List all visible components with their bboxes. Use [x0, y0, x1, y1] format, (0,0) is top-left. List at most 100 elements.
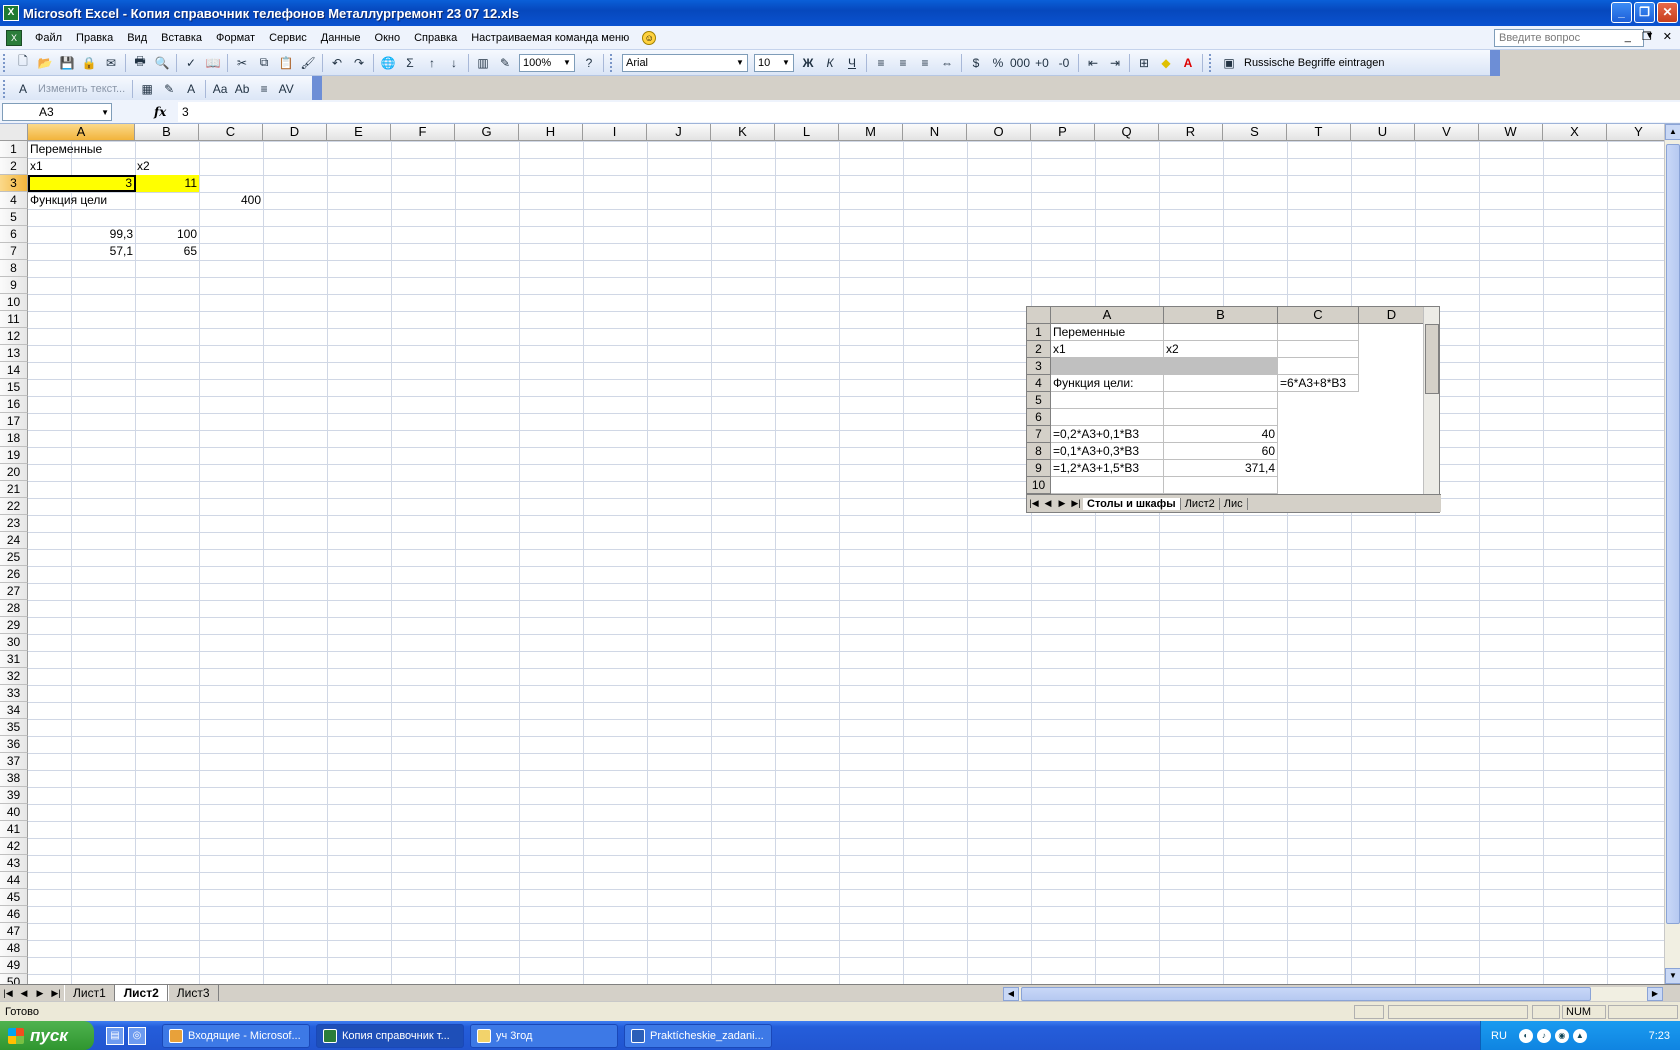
row-header-22[interactable]: 22	[0, 498, 28, 515]
wordart-vertical-icon[interactable]: Ab	[231, 78, 253, 100]
menu-edit[interactable]: Правка	[69, 32, 120, 44]
cell-a6[interactable]: 99,3	[28, 226, 135, 243]
row-header-34[interactable]: 34	[0, 702, 28, 719]
network-icon[interactable]: ◐	[1518, 1028, 1533, 1043]
row-header-48[interactable]: 48	[0, 940, 28, 957]
paste-icon[interactable]: 📋	[275, 52, 297, 74]
column-header-n[interactable]: N	[903, 124, 967, 141]
row-header-9[interactable]: 9	[0, 277, 28, 294]
cell-a7[interactable]: 57,1	[28, 243, 135, 260]
row-header-50[interactable]: 50	[0, 974, 28, 984]
worksheet-grid[interactable]: ABCDEFGHIJKLMNOPQRSTUVWXY 1 2 3 4 5 6 7 8 9 10 11 1…	[0, 124, 1664, 984]
percent-icon[interactable]: %	[987, 52, 1009, 74]
row-header-7[interactable]: 7	[0, 243, 28, 260]
row-header-45[interactable]: 45	[0, 889, 28, 906]
toolbar-options[interactable]	[1490, 49, 1500, 76]
menu-file[interactable]: Файл	[28, 32, 69, 44]
task-inbox[interactable]: Входящие - Microsof...	[162, 1023, 310, 1048]
borders-icon[interactable]: ⊞	[1133, 52, 1155, 74]
autosum-icon[interactable]: Σ	[399, 52, 421, 74]
scroll-left-icon[interactable]: ◀	[1003, 987, 1019, 1001]
zoom-select[interactable]: 100% ▼	[519, 53, 575, 72]
cell-b2[interactable]: x2	[135, 158, 199, 175]
column-header-x[interactable]: X	[1543, 124, 1607, 141]
audio-icon[interactable]: ♪	[1536, 1028, 1551, 1043]
sort-ascending-icon[interactable]: ↑	[421, 52, 443, 74]
language-indicator[interactable]: RU	[1491, 1030, 1507, 1042]
cell-a3[interactable]: 3	[28, 175, 136, 192]
row-header-42[interactable]: 42	[0, 838, 28, 855]
menu-help[interactable]: Справка	[407, 32, 464, 44]
column-header-q[interactable]: Q	[1095, 124, 1159, 141]
row-header-44[interactable]: 44	[0, 872, 28, 889]
save-icon[interactable]: 💾	[56, 52, 78, 74]
chevron-down-icon[interactable]: ▼	[561, 56, 573, 70]
column-header-v[interactable]: V	[1415, 124, 1479, 141]
wordart-format-icon[interactable]: ✎	[158, 78, 180, 100]
increase-indent-icon[interactable]: ⇥	[1104, 52, 1126, 74]
font-size-select[interactable]: 10 ▼	[754, 53, 794, 72]
cells-area[interactable]: Переменные x1 x2 3 11 Функция цели 400 9…	[28, 141, 1664, 984]
research-icon[interactable]: 📖	[202, 52, 224, 74]
column-header-i[interactable]: I	[583, 124, 647, 141]
wordart-gallery-icon[interactable]: ▦	[136, 78, 158, 100]
cell-c4[interactable]: 400	[199, 192, 263, 209]
row-header-26[interactable]: 26	[0, 566, 28, 583]
next-sheet-icon[interactable]: ▶	[32, 988, 48, 999]
row-header-35[interactable]: 35	[0, 719, 28, 736]
name-box[interactable]: A3 ▼	[2, 102, 112, 121]
column-header-o[interactable]: O	[967, 124, 1031, 141]
show-desktop-icon[interactable]: ▤	[106, 1026, 124, 1045]
chevron-down-icon[interactable]: ▼	[101, 105, 109, 121]
vertical-scroll-thumb[interactable]	[1666, 144, 1680, 924]
comma-style-icon[interactable]: 000	[1009, 52, 1031, 74]
menu-data[interactable]: Данные	[314, 32, 368, 44]
wordart-spacing-icon[interactable]: AV	[275, 78, 297, 100]
column-header-j[interactable]: J	[647, 124, 711, 141]
undo-icon[interactable]: ↶	[326, 52, 348, 74]
row-header-21[interactable]: 21	[0, 481, 28, 498]
sort-descending-icon[interactable]: ↓	[443, 52, 465, 74]
row-header-31[interactable]: 31	[0, 651, 28, 668]
menu-custom-command[interactable]: Настраиваемая команда меню	[464, 32, 636, 44]
toolbar-grip[interactable]	[610, 53, 615, 72]
row-header-15[interactable]: 15	[0, 379, 28, 396]
horizontal-scrollbar[interactable]: ◀ ▶	[1003, 987, 1663, 1001]
redo-icon[interactable]: ↷	[348, 52, 370, 74]
merge-center-icon[interactable]: ⇔	[936, 52, 958, 74]
task-excel[interactable]: Копия справочник т...	[316, 1023, 464, 1048]
column-header-p[interactable]: P	[1031, 124, 1095, 141]
align-left-icon[interactable]: ≡	[870, 52, 892, 74]
format-painter-icon[interactable]: 🖌	[297, 52, 319, 74]
sheet-tab-list1[interactable]: Лист1	[64, 985, 115, 1001]
row-header-14[interactable]: 14	[0, 362, 28, 379]
font-select[interactable]: Arial ▼	[622, 53, 748, 72]
row-header-25[interactable]: 25	[0, 549, 28, 566]
column-header-f[interactable]: F	[391, 124, 455, 141]
open-icon[interactable]: 📂	[34, 52, 56, 74]
column-header-r[interactable]: R	[1159, 124, 1223, 141]
row-header-23[interactable]: 23	[0, 515, 28, 532]
task-word[interactable]: Praktícheskie_zadani...	[624, 1023, 772, 1048]
menu-window[interactable]: Окно	[368, 32, 408, 44]
cell-a1[interactable]: Переменные	[28, 141, 135, 158]
menu-format[interactable]: Формат	[209, 32, 262, 44]
chart-wizard-icon[interactable]: ▥	[472, 52, 494, 74]
column-header-k[interactable]: K	[711, 124, 775, 141]
column-header-y[interactable]: Y	[1607, 124, 1664, 141]
help-search-input[interactable]: Введите вопрос	[1494, 29, 1644, 47]
new-icon[interactable]: 🗋	[12, 52, 34, 74]
prev-sheet-icon[interactable]: ◀	[16, 988, 32, 999]
antivirus-icon[interactable]: ◉	[1554, 1028, 1569, 1043]
row-header-20[interactable]: 20	[0, 464, 28, 481]
print-preview-icon[interactable]: 🔍	[151, 52, 173, 74]
minimize-button[interactable]: _	[1611, 2, 1632, 23]
print-icon[interactable]: 🖶	[129, 52, 151, 74]
workbook-icon[interactable]: X	[6, 29, 22, 46]
row-header-10[interactable]: 10	[0, 294, 28, 311]
menu-tools[interactable]: Сервис	[262, 32, 314, 44]
close-button[interactable]: ✕	[1657, 2, 1678, 23]
formula-input[interactable]: 3	[178, 101, 1680, 122]
wordart-insert-icon[interactable]: A	[12, 78, 34, 100]
cell-b6[interactable]: 100	[135, 226, 199, 243]
